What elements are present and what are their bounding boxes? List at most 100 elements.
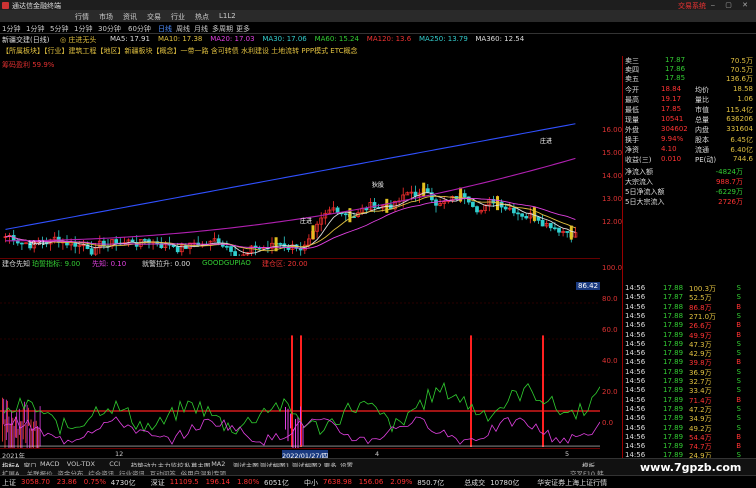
tick-price: 17.89	[663, 386, 684, 395]
histogram-bar	[302, 426, 304, 446]
ind-head-item: 建仓先知	[2, 260, 30, 268]
candle-body	[540, 220, 545, 227]
field-value: 744.6	[732, 155, 753, 163]
date-tick: 4	[375, 450, 380, 458]
histogram-bar	[31, 428, 33, 448]
period-2[interactable]: 5分钟	[50, 24, 68, 34]
flow-row: 大宗流入 988.7万	[625, 177, 755, 186]
tick-price: 17.89	[663, 414, 684, 423]
candle-body	[471, 201, 475, 207]
tick-row: 14:56 17.88 100.3万 S	[625, 284, 755, 293]
tick-price: 17.89	[663, 404, 684, 413]
status-item: 7638.98	[323, 478, 352, 486]
price-tick: 14.00	[602, 172, 623, 180]
watermark: www.7gpzb.com	[640, 461, 742, 474]
quote-field-row: 收益(三) 0.010 PE(动) 744.6	[625, 155, 755, 164]
tick-time: 14:56	[625, 442, 646, 451]
tick-side: S	[736, 414, 741, 423]
quote-panel: 卖三 17.87 70.5万 卖四 17.86 70.5万 卖五 17.85 136.6万 今开 1…	[622, 56, 756, 460]
candle-body	[335, 207, 340, 214]
tick-side: B	[736, 330, 741, 339]
sell-row: 卖四 17.86 70.5万	[625, 65, 755, 74]
period-9[interactable]: 多周期	[212, 24, 233, 34]
tick-price: 17.89	[663, 321, 684, 330]
sell-name: 卖五	[625, 75, 639, 83]
tick-side: B	[736, 442, 741, 451]
quote-field-row: 现量 10541 总量 636206	[625, 115, 755, 124]
period-5[interactable]: 60分钟	[128, 24, 151, 34]
tick-time: 14:56	[625, 404, 646, 413]
histogram-bar	[5, 399, 7, 441]
histogram-bar	[7, 400, 8, 433]
tick-row: 14:56 17.89 32.7万 S	[625, 377, 755, 386]
field-value: 0.010	[661, 155, 682, 163]
candle-body	[520, 213, 524, 217]
tick-side: S	[736, 293, 741, 302]
menu-item[interactable]: 资讯	[123, 12, 137, 22]
field-value: 6.45亿	[730, 136, 753, 144]
period-6[interactable]: 日线	[158, 24, 172, 34]
histogram-bar	[35, 420, 37, 455]
histogram-bar	[37, 425, 38, 461]
period-7[interactable]: 周线	[176, 24, 190, 34]
tick-side: S	[736, 311, 741, 320]
kline-svg	[3, 123, 578, 265]
tick-side: B	[736, 395, 741, 404]
price-axis: 16.00 15.00 14.00 13.00 12.00	[600, 56, 622, 256]
concept-tags[interactable]: 【所属板块】【行业】建筑工程【地区】新疆板块【概念】一带一路 含可转债 水利建设…	[2, 46, 357, 56]
tick-row: 14:56 17.89 42.9万 S	[625, 349, 755, 358]
menu-item[interactable]: 市场	[99, 12, 113, 22]
menu-item[interactable]: 行情	[75, 12, 89, 22]
flow-name: 大宗流入	[625, 178, 653, 186]
sell-row: 卖五 17.85 136.6万	[625, 74, 755, 83]
tick-side: S	[736, 339, 741, 348]
period-0[interactable]: 1分钟	[2, 24, 20, 34]
ma-value: MA10: 17.38	[158, 35, 203, 43]
flow-name: 5日净流入额	[625, 188, 665, 196]
menu-item[interactable]: 热点	[195, 12, 209, 22]
histogram-bar	[11, 410, 12, 448]
quote-field-row: 最低 17.85 市值 115.4亿	[625, 105, 755, 114]
ind-tick: 80.0	[602, 295, 618, 303]
status-item: 23.86	[56, 478, 77, 486]
tick-row: 14:56 17.89 33.4万 S	[625, 386, 755, 395]
date-tick: 5	[565, 450, 570, 458]
period-4[interactable]: 30分钟	[98, 24, 121, 34]
ind-tick: 60.0	[602, 326, 618, 334]
candle-body	[524, 215, 529, 219]
field-label: 股本	[695, 136, 709, 144]
histogram-bar	[15, 416, 16, 438]
sell-price: 17.85	[665, 74, 686, 82]
tick-row: 14:56 17.88 271.0万 S	[625, 312, 755, 321]
field-value: 304602	[661, 125, 688, 133]
candle-body	[516, 212, 520, 215]
symbol-title: 新疆交建(日线)	[2, 36, 50, 44]
menu-item[interactable]: 交易	[147, 12, 161, 22]
ma-value: MA5: 17.91	[110, 35, 150, 43]
menu-item[interactable]: L1L2	[219, 12, 236, 20]
menu-item[interactable]: 行业	[171, 12, 185, 22]
ind-value-label: 86.42	[576, 282, 601, 290]
indicator-chart[interactable]	[0, 258, 601, 479]
quote-field-row: 净资 4.10 流通 6.40亿	[625, 145, 755, 154]
menu-bar: 行情 市场 资讯 交易 行业 热点 L1L2	[0, 10, 756, 22]
tick-time: 14:56	[625, 349, 646, 358]
histogram-bar	[16, 412, 18, 438]
flow-value: -6229万	[715, 188, 743, 196]
annotation-a: 庄进	[300, 218, 313, 225]
candle-body	[475, 206, 479, 213]
kline-chart[interactable]: 筹码盈利 59.9% 庄进 狄股 10.31 庄进	[0, 56, 600, 265]
tick-price: 17.88	[663, 302, 684, 311]
histogram-bar	[21, 421, 23, 463]
histogram-bar	[18, 408, 20, 435]
period-3[interactable]: 1分钟	[74, 24, 92, 34]
candle-body	[233, 251, 237, 258]
period-10[interactable]: 更多	[236, 24, 250, 34]
field-label: 现量	[625, 116, 639, 124]
histogram-bar	[30, 419, 32, 470]
period-8[interactable]: 月线	[194, 24, 208, 34]
sell-vol: 136.6万	[725, 75, 753, 83]
ma-value: MA360: 12.54	[475, 35, 525, 43]
period-1[interactable]: 1分钟	[26, 24, 44, 34]
window-controls[interactable]: ‒ ▢ ✕	[711, 1, 752, 9]
